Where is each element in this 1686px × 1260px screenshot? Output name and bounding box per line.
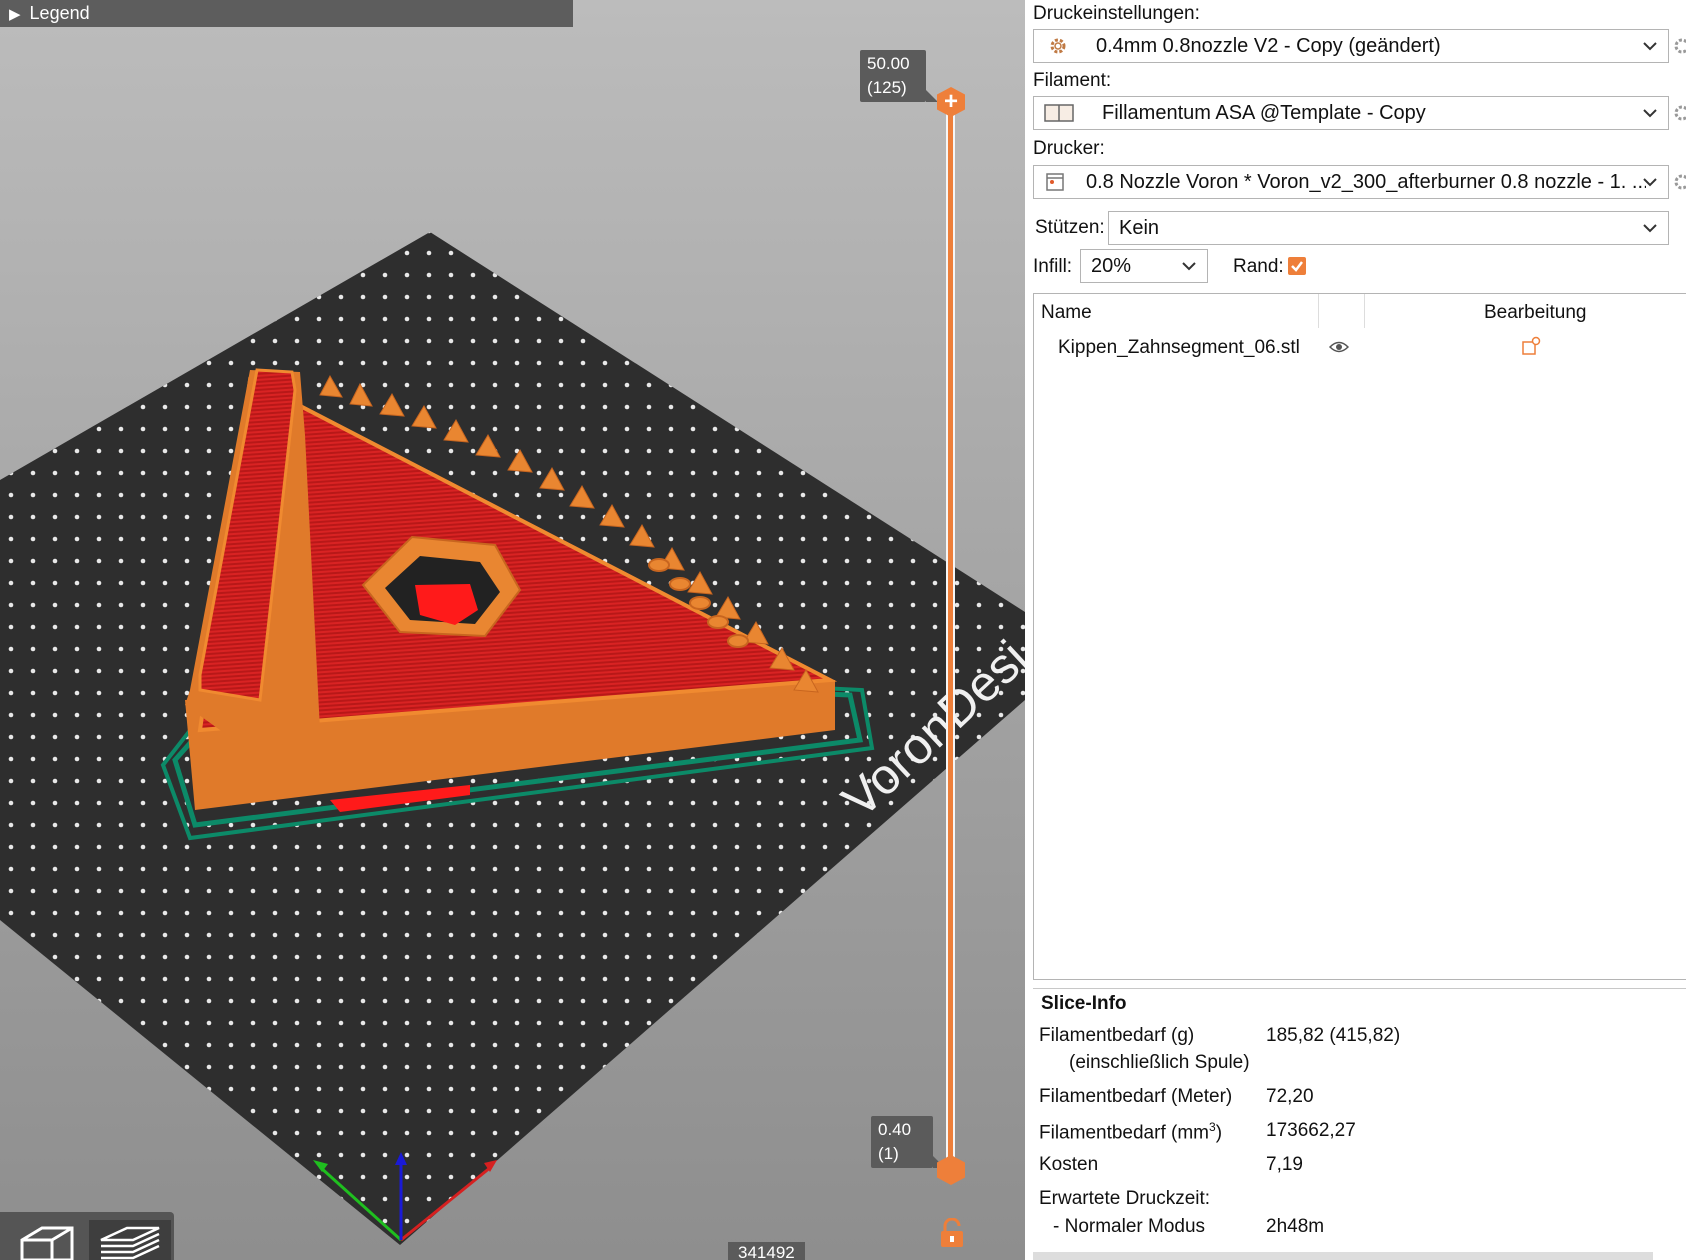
list-item[interactable]: Kippen_Zahnsegment_06.stl [1034,334,1674,364]
filament-select[interactable]: Fillamentum ASA @Template - Copy [1033,96,1669,130]
plus-icon: + [943,88,958,115]
slice-info-value: 2h48m [1266,1216,1325,1237]
slice-info-label: Filamentbedarf (g) [1039,1025,1195,1046]
infill-select[interactable]: 20% [1080,249,1208,283]
horizontal-scrollbar[interactable] [1033,1252,1653,1260]
layer-bottom-height: 0.40 [878,1120,912,1139]
gear-icon[interactable] [1673,104,1686,122]
layers-icon [100,1226,160,1260]
layer-slider-track[interactable] [946,102,955,1168]
slice-info-label: Kosten [1039,1154,1099,1175]
view-3d-button[interactable] [6,1220,86,1260]
object-list[interactable]: Name Bearbeitung Kippen_Zahnsegment_06.s… [1033,293,1686,980]
print-bed-scene[interactable]: VoronDesi [0,0,1025,1260]
layer-bottom-index: (1) [878,1144,899,1163]
print-settings-value: 0.4mm 0.8nozzle V2 - Copy (geändert) [1096,34,1441,57]
supports-select[interactable]: Kein [1108,211,1669,245]
legend-label: Legend [29,3,90,23]
legend-toggle[interactable]: ▶ Legend [0,0,573,27]
gear-icon[interactable] [1673,37,1686,55]
supports-label: Stützen: [1035,217,1105,238]
column-divider [1318,294,1319,328]
filament-label: Filament: [1033,70,1112,91]
slice-info-value: 173662,27 [1266,1120,1356,1141]
cube-icon [20,1226,74,1260]
chevron-down-icon [1182,262,1196,271]
infill-value: 20% [1091,254,1132,277]
infill-label: Infill: [1033,256,1073,277]
layer-top-index: (125) [867,78,907,97]
object-name: Kippen_Zahnsegment_06.stl [1058,337,1300,358]
slice-info-value: 185,82 (415,82) [1266,1025,1401,1046]
brim-checkbox[interactable] [1288,257,1306,275]
printer-select[interactable]: 0.8 Nozzle Voron * Voron_v2_300_afterbur… [1033,165,1669,199]
eye-icon[interactable] [1329,340,1349,354]
slice-info-value: 72,20 [1266,1086,1314,1107]
gear-icon[interactable] [1673,173,1686,191]
print-settings-label: Druckeinstellungen: [1033,3,1200,24]
printer-label: Drucker: [1033,138,1105,159]
expand-triangle-icon: ▶ [9,5,21,23]
edit-icon[interactable] [1521,336,1541,356]
column-header-name[interactable]: Name [1041,302,1092,324]
filament-value: Fillamentum ASA @Template - Copy [1102,101,1426,124]
gear-icon [1050,38,1066,54]
slice-info-label: Filamentbedarf (Meter) [1039,1086,1233,1107]
chevron-down-icon [1643,109,1657,118]
layer-top-height: 50.00 [867,54,910,73]
move-count-label: 341492 [728,1242,805,1260]
filament-color-icon [1044,104,1074,122]
slice-info-label: Filamentbedarf (mm3) [1039,1120,1223,1144]
slice-info-panel: Slice-Info Filamentbedarf (g) 185,82 (41… [1033,988,1686,1249]
brim-label: Rand: [1233,256,1284,277]
3d-viewport[interactable]: VoronDesi ▶ Legend 50.00 (125) 0.40 (1) … [0,0,1025,1260]
column-divider [1364,294,1365,328]
printer-value: 0.8 Nozzle Voron * Voron_v2_300_afterbur… [1086,170,1646,193]
chevron-down-icon [1643,42,1657,51]
column-header-edit[interactable]: Bearbeitung [1484,302,1586,324]
layer-top-label: 50.00 (125) [860,50,938,102]
sidebar-panel: Druckeinstellungen: 0.4mm 0.8nozzle V2 -… [1025,0,1686,1260]
slice-info-label: - Normaler Modus [1053,1216,1206,1237]
unlock-icon[interactable] [939,1218,965,1248]
checkmark-icon [1291,261,1303,272]
view-mode-toolbar [0,1212,174,1260]
slice-info-value: 7,19 [1266,1154,1303,1175]
slice-info-title: Slice-Info [1041,993,1127,1014]
slice-info-label: (einschließlich Spule) [1069,1052,1250,1073]
layer-bottom-label: 0.40 (1) [871,1116,945,1168]
view-preview-button[interactable] [89,1220,171,1260]
supports-value: Kein [1119,216,1160,239]
print-settings-select[interactable]: 0.4mm 0.8nozzle V2 - Copy (geändert) [1033,29,1669,63]
printer-icon [1046,173,1064,191]
slice-info-label: Erwartete Druckzeit: [1039,1188,1211,1209]
chevron-down-icon [1643,178,1657,187]
chevron-down-icon [1643,224,1657,233]
